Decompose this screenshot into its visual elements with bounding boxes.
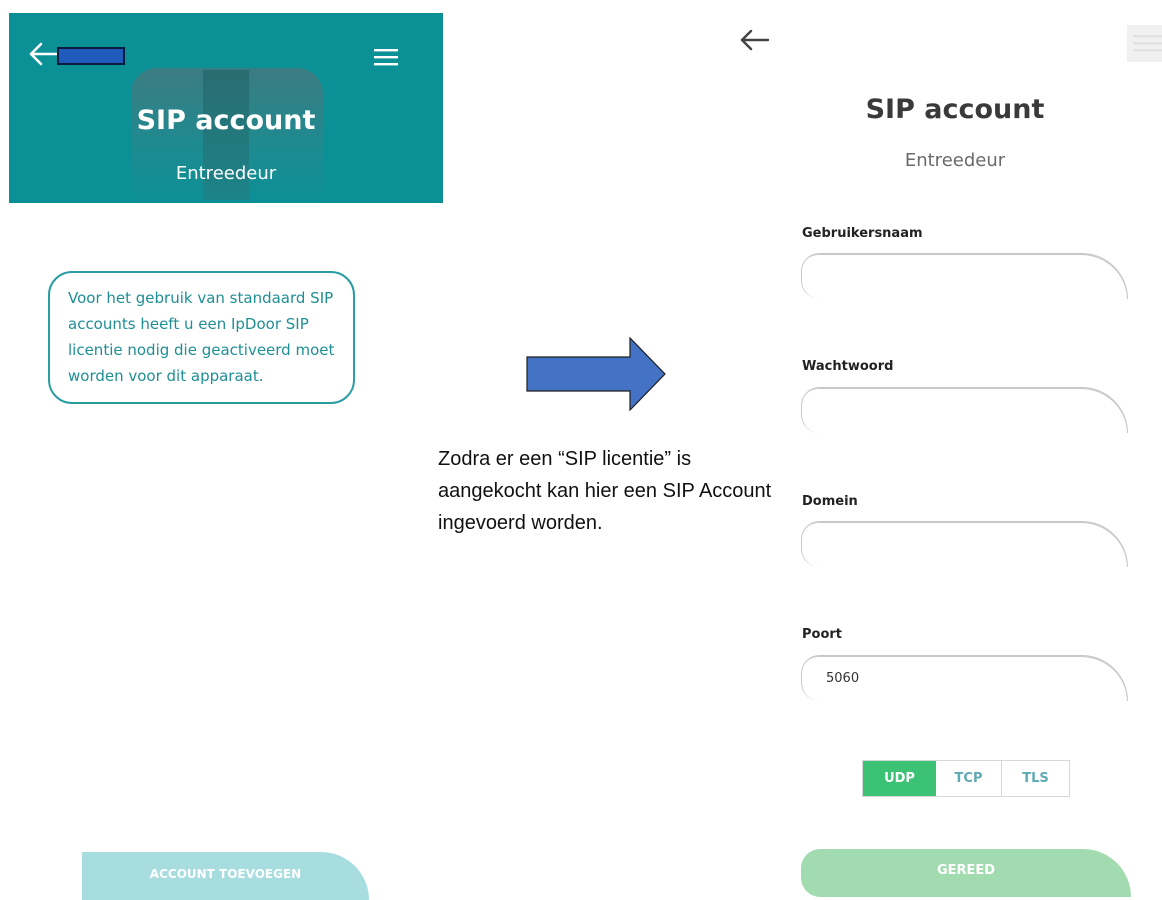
- transport-selector: UDP TCP TLS: [862, 760, 1070, 797]
- hamburger-menu-icon: [1133, 35, 1162, 52]
- license-info-message: Voor het gebruik van standaard SIP accou…: [48, 271, 355, 404]
- port-field[interactable]: 5060: [801, 655, 1128, 701]
- username-field[interactable]: [801, 253, 1128, 299]
- page-title: SIP account: [865, 94, 1045, 125]
- username-label: Gebruikersnaam: [802, 226, 923, 241]
- transport-option-tls[interactable]: TLS: [1002, 761, 1069, 796]
- page-title: SIP account: [136, 105, 316, 136]
- password-field[interactable]: [801, 387, 1128, 433]
- page-subtitle: Entreedeur: [904, 150, 1006, 171]
- left-header: SIP account Entreedeur: [9, 13, 443, 203]
- done-button[interactable]: GEREED: [801, 849, 1131, 897]
- hamburger-menu-icon[interactable]: [371, 45, 401, 69]
- transport-option-udp[interactable]: UDP: [863, 761, 936, 796]
- menu-button[interactable]: [1127, 25, 1162, 62]
- transport-option-tcp[interactable]: TCP: [936, 761, 1002, 796]
- page-subtitle: Entreedeur: [175, 163, 277, 184]
- domain-field[interactable]: [801, 521, 1128, 567]
- domain-label: Domein: [802, 494, 858, 509]
- redacted-device-name: [57, 47, 125, 65]
- right-arrow-icon: [526, 337, 666, 411]
- back-arrow-icon[interactable]: [738, 27, 772, 53]
- annotation-text: Zodra er een “SIP licentie” is aangekoch…: [438, 448, 772, 534]
- port-label: Poort: [802, 627, 843, 642]
- password-label: Wachtwoord: [802, 359, 894, 374]
